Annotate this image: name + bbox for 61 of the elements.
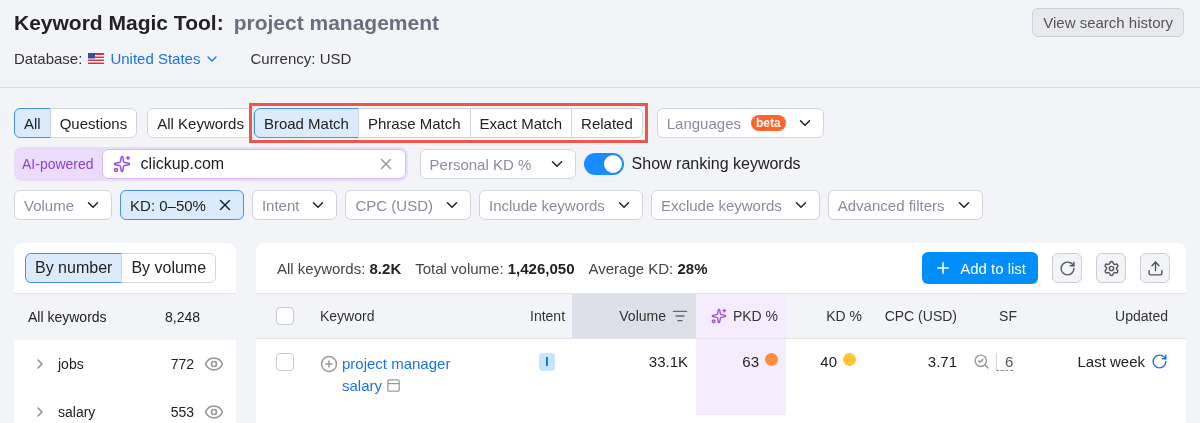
- ai-label: AI-powered: [22, 156, 94, 172]
- column-header[interactable]: KD %: [826, 308, 862, 324]
- ranking-toggle[interactable]: [583, 153, 624, 175]
- flag-icon: [88, 53, 105, 64]
- select-all-checkbox[interactable]: [276, 307, 294, 325]
- column-header[interactable]: Keyword: [320, 308, 375, 324]
- domain-field[interactable]: clickup.com: [101, 149, 406, 179]
- summary-stat: Average KD: 28%: [588, 259, 708, 277]
- match-tab[interactable]: Phrase Match: [357, 108, 471, 138]
- summary-stat: All keywords: 8.2K: [277, 259, 402, 277]
- match-tab[interactable]: Related: [571, 108, 643, 138]
- column-header[interactable]: CPC (USD): [884, 308, 957, 324]
- row-checkbox[interactable]: [276, 353, 294, 371]
- beta-label: beta: [751, 115, 786, 131]
- table-cell: 63: [742, 353, 759, 370]
- eye-icon[interactable]: [204, 402, 224, 422]
- sparkle-icon: [112, 155, 131, 173]
- database-label: Database:: [14, 50, 83, 67]
- summary-stat: Total volume: 1,426,050: [415, 259, 575, 277]
- type-tab[interactable]: All: [14, 108, 51, 138]
- table-cell: 3.71: [927, 353, 957, 370]
- settings-icon[interactable]: [1096, 253, 1126, 283]
- domain-input[interactable]: clickup.com: [138, 154, 369, 174]
- export-icon[interactable]: [1140, 253, 1170, 283]
- group-count: 772: [170, 356, 194, 372]
- all-keywords-button[interactable]: All Keywords: [147, 108, 254, 138]
- add-icon[interactable]: [320, 355, 338, 373]
- keyword-link[interactable]: project manager salary: [342, 353, 472, 397]
- ai-icon: [710, 308, 727, 324]
- table-cell: Last week: [1077, 353, 1145, 370]
- intent-badge: I: [539, 353, 555, 371]
- column-header[interactable]: Intent: [530, 308, 566, 324]
- feature-count[interactable]: 6: [996, 353, 1014, 371]
- refresh-icon[interactable]: [1151, 353, 1168, 370]
- sort-icon[interactable]: [672, 308, 688, 324]
- group-count: 553: [170, 404, 194, 420]
- group-count: 8,248: [164, 309, 200, 325]
- history-button[interactable]: View search history: [1032, 8, 1184, 37]
- currency-text: Currency: USD: [250, 50, 352, 67]
- match-tab[interactable]: Broad Match: [253, 108, 359, 138]
- table-cell: 33.1K: [648, 353, 688, 370]
- filter-dropdown[interactable]: KD: 0–50%: [120, 190, 244, 220]
- query-text: project management: [233, 10, 439, 34]
- column-header[interactable]: Volume: [619, 308, 666, 324]
- group-tab[interactable]: By volume: [121, 253, 217, 283]
- type-tab[interactable]: Questions: [49, 108, 138, 138]
- group-label: salary: [58, 404, 96, 420]
- toggle-label: Show ranking keywords: [631, 155, 801, 173]
- serp-icon[interactable]: [386, 378, 402, 393]
- column-header[interactable]: Updated: [1115, 308, 1168, 324]
- column-header[interactable]: PKD %: [732, 308, 778, 324]
- page-title: Keyword Magic Tool:: [14, 10, 224, 34]
- group-label: jobs: [58, 356, 84, 372]
- eye-icon[interactable]: [204, 354, 224, 374]
- match-tab[interactable]: Exact Match: [469, 108, 573, 138]
- database-dropdown[interactable]: United States: [110, 50, 221, 67]
- table-cell: 40: [820, 353, 837, 370]
- column-header[interactable]: SF: [999, 308, 1017, 324]
- group-label: All keywords: [28, 309, 107, 325]
- group-tab[interactable]: By number: [25, 253, 123, 283]
- serp-feature-icon: [973, 353, 990, 370]
